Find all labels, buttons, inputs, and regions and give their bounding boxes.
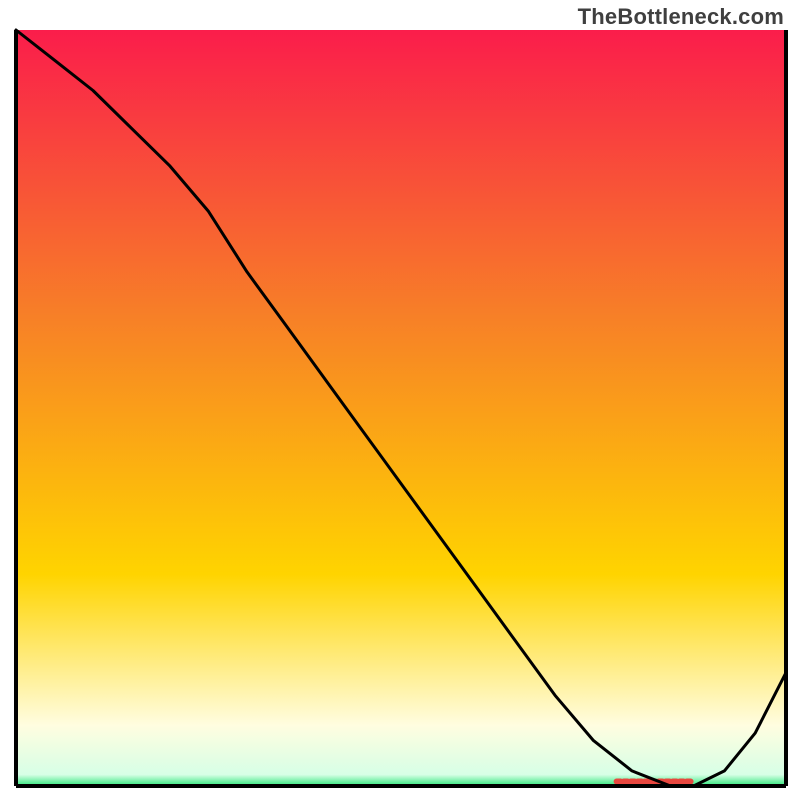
chart-frame: TheBottleneck.com [0,0,800,800]
plot-background [16,30,786,786]
bottleneck-chart [0,0,800,800]
